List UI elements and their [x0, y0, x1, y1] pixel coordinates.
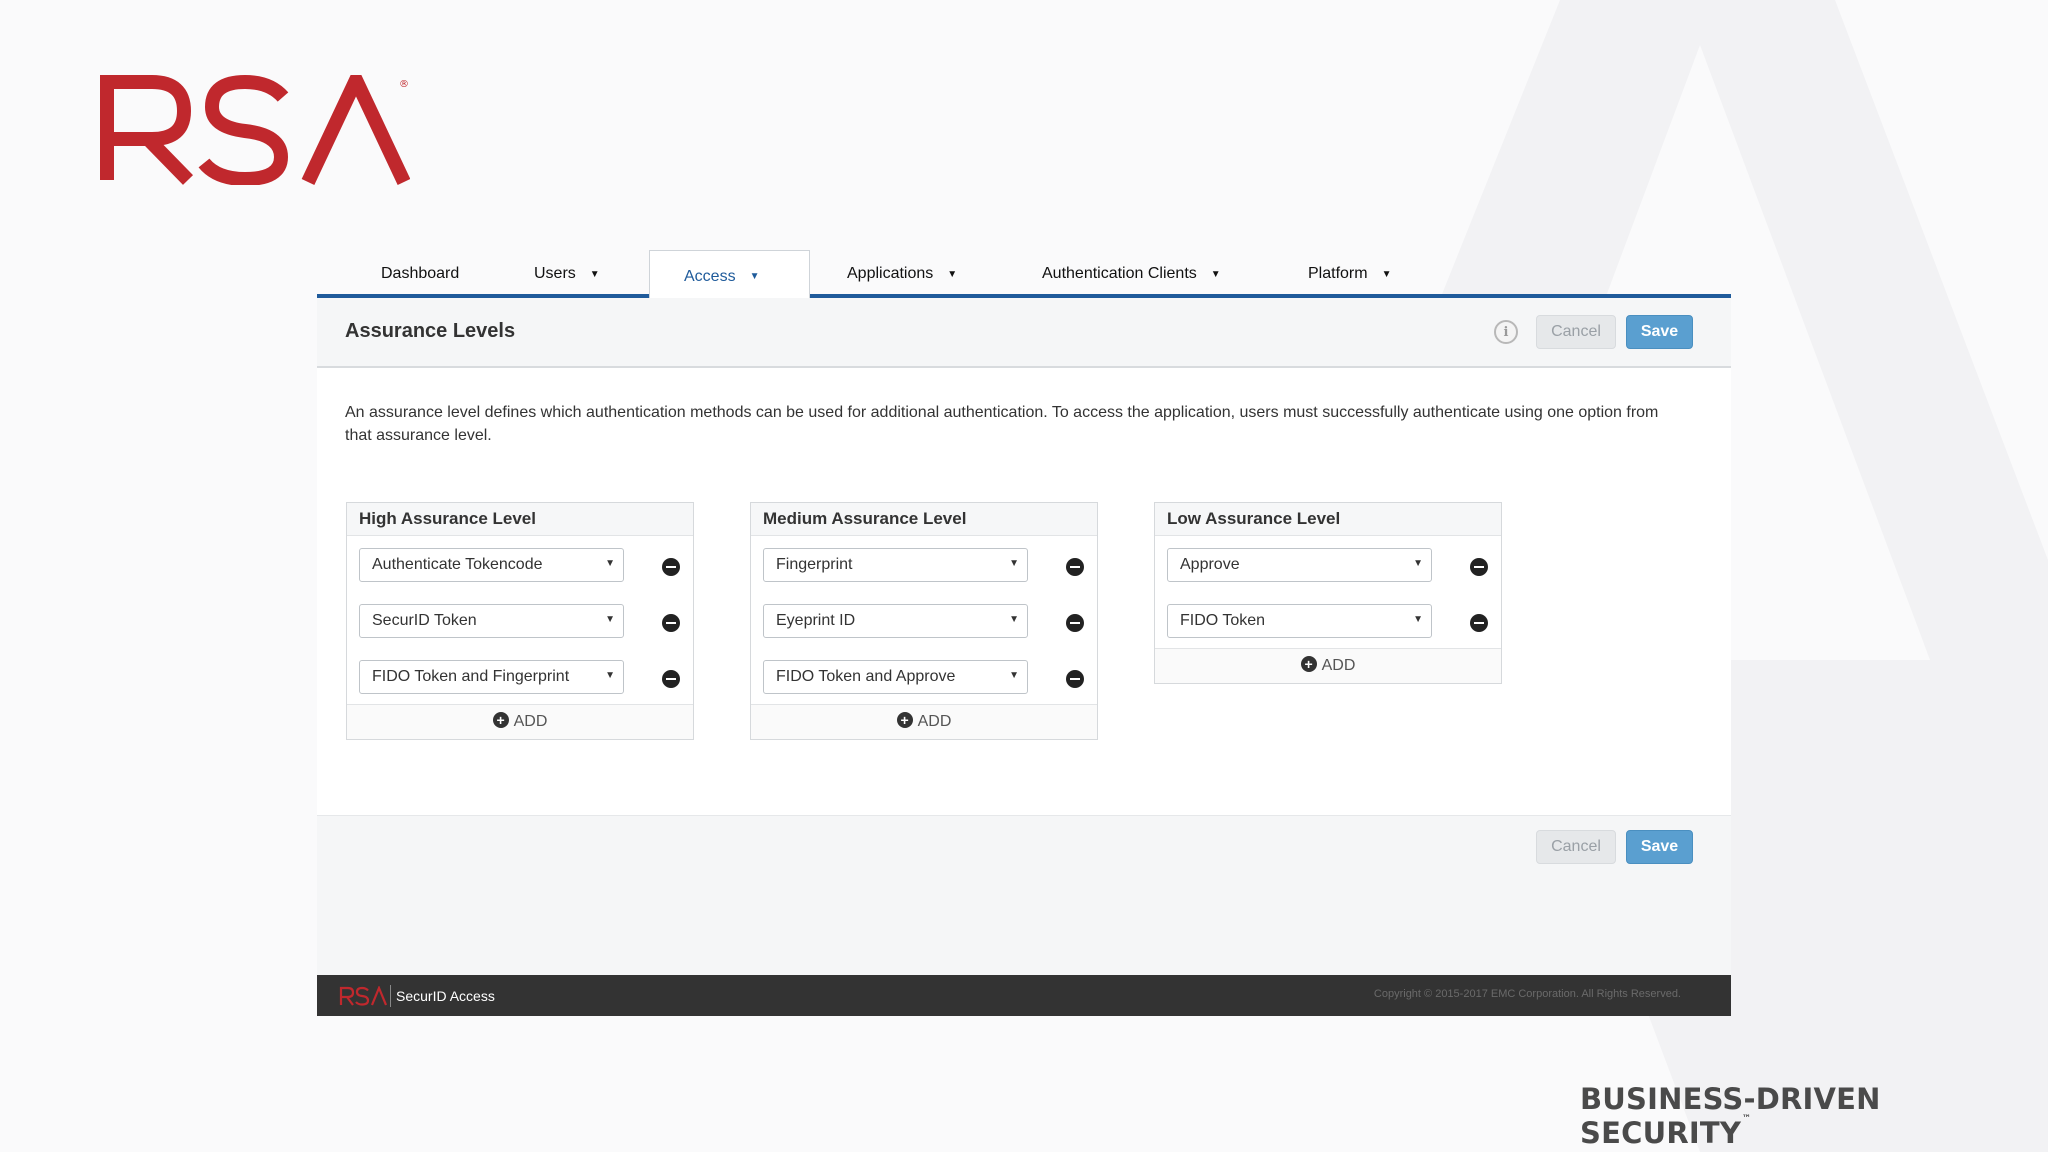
caret-down-icon: ▼: [947, 268, 958, 280]
svg-text:®: ®: [399, 79, 409, 90]
level-title: High Assurance Level: [347, 503, 693, 536]
app-footer: SecurID Access Copyright © 2015-2017 EMC…: [317, 975, 1731, 1016]
tagline-text: BUSINESS-DRIVEN SECURITY: [1580, 1082, 1881, 1150]
select-value: FIDO Token: [1180, 612, 1266, 629]
method-row: Eyeprint ID ▼: [751, 592, 1097, 648]
tab-authentication-clients[interactable]: Authentication Clients ▼: [1042, 250, 1221, 298]
caret-down-icon: ▼: [749, 271, 760, 282]
remove-icon[interactable]: [662, 670, 680, 688]
dropdown-arrow-icon: ▼: [605, 670, 615, 681]
app-window: Dashboard Users ▼ Access ▼ Applications …: [317, 250, 1731, 1016]
method-row: Approve ▼: [1155, 536, 1501, 592]
select-value: Authenticate Tokencode: [372, 556, 543, 573]
panel-header: Assurance Levels i Cancel Save: [317, 298, 1731, 368]
method-select[interactable]: SecurID Token ▼: [359, 604, 624, 638]
caret-down-icon: ▼: [1210, 268, 1221, 280]
dropdown-arrow-icon: ▼: [1413, 614, 1423, 625]
dropdown-arrow-icon: ▼: [1009, 558, 1019, 569]
main-nav: Dashboard Users ▼ Access ▼ Applications …: [317, 250, 1731, 302]
tab-label: Authentication Clients: [1042, 265, 1197, 282]
add-label: ADD: [917, 713, 952, 730]
method-select[interactable]: Fingerprint ▼: [763, 548, 1028, 582]
method-select[interactable]: Approve ▼: [1167, 548, 1432, 582]
method-row: FIDO Token ▼: [1155, 592, 1501, 648]
level-title: Low Assurance Level: [1155, 503, 1501, 536]
dropdown-arrow-icon: ▼: [1009, 614, 1019, 625]
method-select[interactable]: FIDO Token ▼: [1167, 604, 1432, 638]
method-row: FIDO Token and Fingerprint ▼: [347, 648, 693, 704]
select-value: Eyeprint ID: [776, 612, 856, 629]
medium-assurance-level-box: Medium Assurance Level Fingerprint ▼ Eye…: [750, 502, 1098, 740]
low-assurance-level-box: Low Assurance Level Approve ▼ FIDO Token…: [1154, 502, 1502, 684]
select-value: FIDO Token and Approve: [776, 668, 956, 685]
tab-label: Applications: [847, 265, 934, 282]
add-label: ADD: [513, 713, 548, 730]
trademark-mark: ™: [1742, 1114, 1752, 1124]
add-method-button[interactable]: + ADD: [1155, 648, 1501, 683]
tab-dashboard[interactable]: Dashboard: [381, 250, 459, 298]
dropdown-arrow-icon: ▼: [605, 558, 615, 569]
select-value: SecurID Token: [372, 612, 477, 629]
tab-users[interactable]: Users ▼: [534, 250, 600, 298]
info-icon[interactable]: i: [1494, 320, 1518, 344]
caret-down-icon: ▼: [1381, 268, 1392, 280]
level-title: Medium Assurance Level: [751, 503, 1097, 536]
footer-product-name: SecurID Access: [396, 987, 495, 1004]
remove-icon[interactable]: [662, 614, 680, 632]
remove-icon[interactable]: [1066, 614, 1084, 632]
add-method-button[interactable]: + ADD: [347, 704, 693, 739]
method-select[interactable]: Authenticate Tokencode ▼: [359, 548, 624, 582]
page-description: An assurance level defines which authent…: [345, 404, 1659, 444]
remove-icon[interactable]: [1066, 670, 1084, 688]
high-assurance-level-box: High Assurance Level Authenticate Tokenc…: [346, 502, 694, 740]
bottom-save-button[interactable]: Save: [1626, 830, 1693, 864]
remove-icon[interactable]: [1066, 558, 1084, 576]
tab-label: Users: [534, 265, 576, 282]
dropdown-arrow-icon: ▼: [605, 614, 615, 625]
plus-circle-icon: +: [1300, 656, 1317, 672]
footer-copyright: Copyright © 2015-2017 EMC Corporation. A…: [1373, 988, 1681, 1000]
method-row: Fingerprint ▼: [751, 536, 1097, 592]
add-label: ADD: [1321, 657, 1356, 674]
dropdown-arrow-icon: ▼: [1009, 670, 1019, 681]
method-row: Authenticate Tokencode ▼: [347, 536, 693, 592]
tab-applications[interactable]: Applications ▼: [847, 250, 957, 298]
caret-down-icon: ▼: [589, 268, 600, 280]
select-value: Fingerprint: [776, 556, 853, 573]
plus-circle-icon: +: [492, 712, 509, 728]
remove-icon[interactable]: [662, 558, 680, 576]
method-row: FIDO Token and Approve ▼: [751, 648, 1097, 704]
add-method-button[interactable]: + ADD: [751, 704, 1097, 739]
select-value: FIDO Token and Fingerprint: [372, 668, 570, 685]
tab-label: Access: [684, 267, 736, 285]
select-value: Approve: [1180, 556, 1240, 573]
method-select[interactable]: FIDO Token and Fingerprint ▼: [359, 660, 624, 694]
brand-tagline: BUSINESS-DRIVEN SECURITY™: [1580, 1082, 2048, 1150]
bottom-action-bar: Cancel Save: [317, 815, 1731, 975]
bottom-cancel-button[interactable]: Cancel: [1536, 830, 1616, 864]
dropdown-arrow-icon: ▼: [1413, 558, 1423, 569]
remove-icon[interactable]: [1470, 614, 1488, 632]
rsa-logo: ®: [100, 75, 410, 185]
tab-platform[interactable]: Platform ▼: [1308, 250, 1391, 298]
page-title: Assurance Levels: [345, 320, 516, 342]
footer-divider: [390, 984, 391, 1007]
assurance-levels-panel: Assurance Levels i Cancel Save An assura…: [317, 298, 1731, 825]
rsa-footer-logo: [339, 985, 387, 1006]
tab-label: Dashboard: [381, 265, 460, 282]
method-row: SecurID Token ▼: [347, 592, 693, 648]
tab-label: Platform: [1308, 265, 1368, 282]
remove-icon[interactable]: [1470, 558, 1488, 576]
method-select[interactable]: Eyeprint ID ▼: [763, 604, 1028, 638]
tab-access[interactable]: Access ▼: [649, 250, 810, 302]
cancel-button[interactable]: Cancel: [1536, 315, 1616, 349]
plus-circle-icon: +: [896, 712, 913, 728]
method-select[interactable]: FIDO Token and Approve ▼: [763, 660, 1028, 694]
save-button[interactable]: Save: [1626, 315, 1693, 349]
